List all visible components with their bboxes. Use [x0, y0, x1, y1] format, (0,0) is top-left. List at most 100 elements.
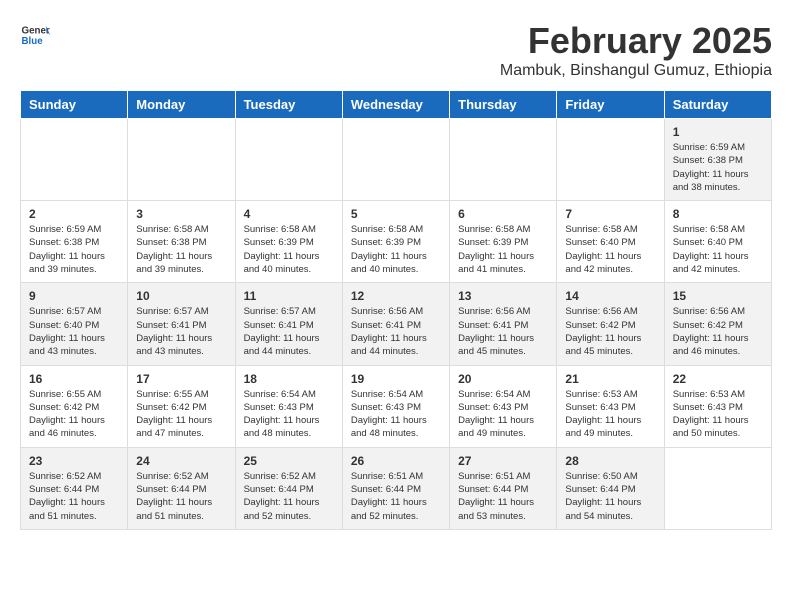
calendar-week-0: 1 Sunrise: 6:59 AM Sunset: 6:38 PM Daylig… [21, 119, 772, 201]
col-tuesday: Tuesday [235, 91, 342, 119]
table-row: 27 Sunrise: 6:51 AM Sunset: 6:44 PM Dayli… [450, 447, 557, 529]
day-number: 20 [458, 372, 548, 386]
calendar-week-2: 9 Sunrise: 6:57 AM Sunset: 6:40 PM Daylig… [21, 283, 772, 365]
cell-content: Sunrise: 6:58 AM Sunset: 6:39 PM Dayligh… [351, 223, 441, 276]
day-number: 25 [244, 454, 334, 468]
cell-content: Sunrise: 6:51 AM Sunset: 6:44 PM Dayligh… [458, 470, 548, 523]
cell-content: Sunrise: 6:58 AM Sunset: 6:39 PM Dayligh… [458, 223, 548, 276]
day-number: 5 [351, 207, 441, 221]
cell-content: Sunrise: 6:50 AM Sunset: 6:44 PM Dayligh… [565, 470, 655, 523]
page-subtitle: Mambuk, Binshangul Gumuz, Ethiopia [500, 62, 772, 80]
cell-content: Sunrise: 6:54 AM Sunset: 6:43 PM Dayligh… [458, 388, 548, 441]
table-row: 12 Sunrise: 6:56 AM Sunset: 6:41 PM Dayli… [342, 283, 449, 365]
day-number: 28 [565, 454, 655, 468]
day-number: 11 [244, 289, 334, 303]
table-row: 22Sunrise: 6:53 AM Sunset: 6:43 PM Dayli… [664, 365, 771, 447]
table-row: 7 Sunrise: 6:58 AM Sunset: 6:40 PM Daylig… [557, 201, 664, 283]
table-row: 24 Sunrise: 6:52 AM Sunset: 6:44 PM Dayli… [128, 447, 235, 529]
logo-icon: General Blue [20, 20, 50, 50]
day-number: 13 [458, 289, 548, 303]
svg-text:General: General [22, 26, 51, 37]
cell-content: Sunrise: 6:56 AM Sunset: 6:42 PM Dayligh… [565, 305, 655, 358]
page-title: February 2025 [500, 20, 772, 62]
cell-content: Sunrise: 6:56 AM Sunset: 6:41 PM Dayligh… [458, 305, 548, 358]
table-row: 11 Sunrise: 6:57 AM Sunset: 6:41 PM Dayli… [235, 283, 342, 365]
table-row: 5 Sunrise: 6:58 AM Sunset: 6:39 PM Daylig… [342, 201, 449, 283]
table-row: 21Sunrise: 6:53 AM Sunset: 6:43 PM Dayli… [557, 365, 664, 447]
table-row [21, 119, 128, 201]
svg-text:Blue: Blue [22, 36, 44, 47]
col-thursday: Thursday [450, 91, 557, 119]
table-row [128, 119, 235, 201]
table-row [235, 119, 342, 201]
cell-content: Sunrise: 6:52 AM Sunset: 6:44 PM Dayligh… [136, 470, 226, 523]
cell-content: Sunrise: 6:54 AM Sunset: 6:43 PM Dayligh… [351, 388, 441, 441]
table-row: 28 Sunrise: 6:50 AM Sunset: 6:44 PM Dayli… [557, 447, 664, 529]
day-number: 18 [244, 372, 334, 386]
title-section: February 2025 Mambuk, Binshangul Gumuz, … [500, 20, 772, 80]
calendar-week-1: 2 Sunrise: 6:59 AM Sunset: 6:38 PM Daylig… [21, 201, 772, 283]
day-number: 7 [565, 207, 655, 221]
cell-content: Sunrise: 6:58 AM Sunset: 6:39 PM Dayligh… [244, 223, 334, 276]
cell-content: Sunrise: 6:52 AM Sunset: 6:44 PM Dayligh… [244, 470, 334, 523]
day-number: 3 [136, 207, 226, 221]
table-row: 23 Sunrise: 6:52 AM Sunset: 6:44 PM Dayli… [21, 447, 128, 529]
col-monday: Monday [128, 91, 235, 119]
day-number: 16 [29, 372, 119, 386]
day-number: 15 [673, 289, 763, 303]
table-row: 19Sunrise: 6:54 AM Sunset: 6:43 PM Dayli… [342, 365, 449, 447]
table-row: 3Sunrise: 6:58 AM Sunset: 6:38 PM Daylig… [128, 201, 235, 283]
col-wednesday: Wednesday [342, 91, 449, 119]
table-row [557, 119, 664, 201]
logo: General Blue [20, 20, 50, 50]
cell-content: Sunrise: 6:56 AM Sunset: 6:41 PM Dayligh… [351, 305, 441, 358]
cell-content: Sunrise: 6:57 AM Sunset: 6:41 PM Dayligh… [244, 305, 334, 358]
day-number: 1 [673, 125, 763, 139]
day-number: 10 [136, 289, 226, 303]
calendar-week-4: 23 Sunrise: 6:52 AM Sunset: 6:44 PM Dayli… [21, 447, 772, 529]
day-number: 2 [29, 207, 119, 221]
calendar-week-3: 16 Sunrise: 6:55 AM Sunset: 6:42 PM Dayli… [21, 365, 772, 447]
table-row [664, 447, 771, 529]
col-saturday: Saturday [664, 91, 771, 119]
cell-content: Sunrise: 6:58 AM Sunset: 6:40 PM Dayligh… [565, 223, 655, 276]
table-row: 17 Sunrise: 6:55 AM Sunset: 6:42 PM Dayli… [128, 365, 235, 447]
table-row: 4 Sunrise: 6:58 AM Sunset: 6:39 PM Daylig… [235, 201, 342, 283]
table-row: 25 Sunrise: 6:52 AM Sunset: 6:44 PM Dayli… [235, 447, 342, 529]
table-row: 26 Sunrise: 6:51 AM Sunset: 6:44 PM Dayli… [342, 447, 449, 529]
cell-content: Sunrise: 6:59 AM Sunset: 6:38 PM Dayligh… [29, 223, 119, 276]
cell-content: Sunrise: 6:57 AM Sunset: 6:40 PM Dayligh… [29, 305, 119, 358]
table-row: 6 Sunrise: 6:58 AM Sunset: 6:39 PM Daylig… [450, 201, 557, 283]
cell-content: Sunrise: 6:55 AM Sunset: 6:42 PM Dayligh… [29, 388, 119, 441]
table-row: 9 Sunrise: 6:57 AM Sunset: 6:40 PM Daylig… [21, 283, 128, 365]
cell-content: Sunrise: 6:55 AM Sunset: 6:42 PM Dayligh… [136, 388, 226, 441]
day-number: 6 [458, 207, 548, 221]
table-row: 16 Sunrise: 6:55 AM Sunset: 6:42 PM Dayli… [21, 365, 128, 447]
day-number: 17 [136, 372, 226, 386]
day-number: 27 [458, 454, 548, 468]
day-number: 12 [351, 289, 441, 303]
table-row: 1 Sunrise: 6:59 AM Sunset: 6:38 PM Daylig… [664, 119, 771, 201]
table-row [342, 119, 449, 201]
day-number: 26 [351, 454, 441, 468]
cell-content: Sunrise: 6:51 AM Sunset: 6:44 PM Dayligh… [351, 470, 441, 523]
calendar-table: Sunday Monday Tuesday Wednesday Thursday… [20, 90, 772, 530]
col-sunday: Sunday [21, 91, 128, 119]
cell-content: Sunrise: 6:53 AM Sunset: 6:43 PM Dayligh… [565, 388, 655, 441]
table-row: 8Sunrise: 6:58 AM Sunset: 6:40 PM Daylig… [664, 201, 771, 283]
table-row: 2 Sunrise: 6:59 AM Sunset: 6:38 PM Daylig… [21, 201, 128, 283]
day-number: 22 [673, 372, 763, 386]
cell-content: Sunrise: 6:56 AM Sunset: 6:42 PM Dayligh… [673, 305, 763, 358]
table-row: 15 Sunrise: 6:56 AM Sunset: 6:42 PM Dayli… [664, 283, 771, 365]
day-number: 24 [136, 454, 226, 468]
cell-content: Sunrise: 6:57 AM Sunset: 6:41 PM Dayligh… [136, 305, 226, 358]
day-number: 9 [29, 289, 119, 303]
cell-content: Sunrise: 6:52 AM Sunset: 6:44 PM Dayligh… [29, 470, 119, 523]
calendar-header-row: Sunday Monday Tuesday Wednesday Thursday… [21, 91, 772, 119]
page-header: General Blue February 2025 Mambuk, Binsh… [20, 20, 772, 80]
cell-content: Sunrise: 6:59 AM Sunset: 6:38 PM Dayligh… [673, 141, 763, 194]
day-number: 4 [244, 207, 334, 221]
day-number: 8 [673, 207, 763, 221]
day-number: 23 [29, 454, 119, 468]
table-row: 20 Sunrise: 6:54 AM Sunset: 6:43 PM Dayli… [450, 365, 557, 447]
